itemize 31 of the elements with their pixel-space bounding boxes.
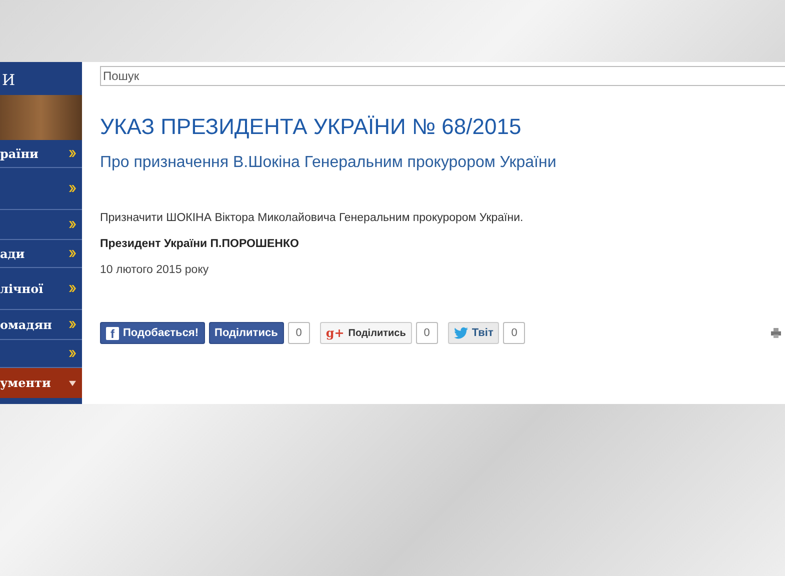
facebook-icon: f	[106, 326, 119, 340]
share-count: 0	[503, 322, 526, 344]
double-chevron-icon	[69, 285, 76, 292]
menu-item[interactable]: лічної	[0, 268, 82, 310]
signature-text: Президент України П.ПОРОШЕНКО	[100, 238, 300, 250]
printer-icon[interactable]	[771, 328, 781, 338]
double-chevron-icon	[69, 250, 76, 257]
menu-item[interactable]: омадян	[0, 310, 82, 340]
article-text: Призначити ШОКІНА Віктора Миколайовича Генеральним прокурором України.	[100, 212, 524, 224]
bird-icon	[454, 327, 468, 339]
caret-down-icon	[69, 380, 76, 386]
share-count: 0	[416, 322, 438, 344]
double-chevron-icon	[69, 150, 76, 157]
double-chevron-icon	[69, 221, 76, 228]
menu-item[interactable]: раїни	[0, 140, 82, 168]
double-chevron-icon	[69, 350, 76, 357]
search-field[interactable]: Пошук	[100, 66, 785, 86]
like-button[interactable]: f Подобається!	[100, 322, 205, 344]
sidebar-title: И	[2, 71, 16, 89]
google-plus-icon: g+	[326, 326, 344, 340]
tweet-button[interactable]: Твіт	[448, 322, 500, 344]
date-text: 10 лютого 2015 року	[100, 264, 210, 276]
menu-item[interactable]: ади	[0, 240, 82, 268]
article-subtitle: Про призначення В.Шокіна Генеральним прокурором України	[100, 154, 558, 172]
menu-item[interactable]: ументи	[0, 368, 82, 398]
double-chevron-icon	[69, 321, 76, 328]
share-count: 0	[288, 322, 310, 344]
share-button[interactable]: g+ Поділитись	[320, 322, 412, 344]
share-button[interactable]: Поділитись	[208, 322, 284, 344]
article-title: УКАЗ ПРЕЗИДЕНТА УКРАЇНИ № 68/2015	[100, 114, 522, 140]
double-chevron-icon	[69, 185, 76, 192]
